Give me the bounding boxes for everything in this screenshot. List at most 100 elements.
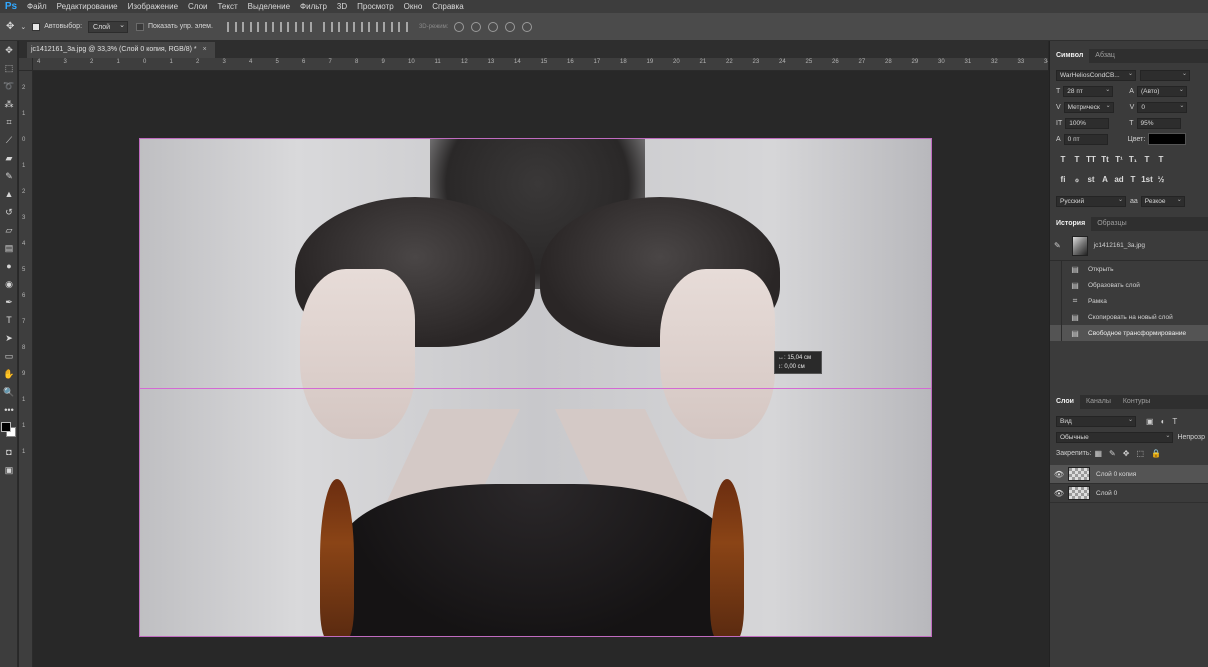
type-filter-icon[interactable]: T xyxy=(1172,417,1177,426)
dodge-tool-icon[interactable]: ◉ xyxy=(0,275,18,293)
history-item-make-layer[interactable]: ▤ Образовать слой xyxy=(1050,277,1208,293)
font-family-select[interactable]: WarHeliosCondCB... xyxy=(1056,69,1136,81)
vertical-ruler[interactable]: 2 1 0 1 2 3 4 5 6 7 8 9 1 1 1 xyxy=(19,71,33,667)
vertical-scale-field[interactable]: 100% xyxy=(1065,117,1110,129)
lock-position-icon[interactable]: ✥ xyxy=(1123,449,1130,458)
history-item-open[interactable]: ▤ Открыть xyxy=(1050,261,1208,277)
font-style-select[interactable] xyxy=(1140,69,1190,81)
3d-slide-icon[interactable] xyxy=(505,21,516,32)
lock-transparency-icon[interactable]: ▦ xyxy=(1094,449,1102,458)
brush-tool-icon[interactable]: ✎ xyxy=(0,167,18,185)
antialias-select[interactable]: Резкое xyxy=(1140,195,1185,207)
eraser-icon[interactable]: ▱ xyxy=(0,221,18,239)
discretionary-ligatures-icon[interactable]: st xyxy=(1084,175,1098,184)
color-swatches[interactable] xyxy=(0,419,18,443)
more-tools-icon[interactable]: ••• xyxy=(0,401,18,419)
eyedropper-icon[interactable]: ⟋ xyxy=(0,131,18,149)
text-color-swatch[interactable] xyxy=(1148,133,1187,145)
ruler-origin[interactable] xyxy=(19,58,33,71)
screen-mode-icon[interactable]: ▣ xyxy=(0,461,18,479)
zoom-tool-icon[interactable]: 🔍 xyxy=(0,383,18,401)
lock-artboard-icon[interactable]: ⬚ xyxy=(1136,449,1144,458)
hand-tool-icon[interactable]: ✋ xyxy=(0,365,18,383)
superscript-icon[interactable]: T¹ xyxy=(1112,155,1126,164)
font-size-field[interactable]: 28 пт xyxy=(1063,85,1114,97)
menu-help[interactable]: Справка xyxy=(432,2,463,11)
lock-pixels-icon[interactable]: ✎ xyxy=(1109,449,1116,458)
history-item-crop[interactable]: ⌗ Рамка xyxy=(1050,293,1208,309)
marquee-tool-icon[interactable]: ⬚ xyxy=(0,59,18,77)
lasso-tool-icon[interactable]: ➰ xyxy=(0,77,18,95)
quick-mask-icon[interactable]: ◘ xyxy=(0,443,18,461)
blend-mode-select[interactable]: Обычные xyxy=(1056,431,1174,443)
autoselect-dropdown[interactable]: Слой xyxy=(88,20,129,33)
foreground-color[interactable] xyxy=(1,422,11,432)
menu-edit[interactable]: Редактирование xyxy=(57,2,118,11)
menu-select[interactable]: Выделение xyxy=(248,2,290,11)
tracking-field[interactable]: 0 xyxy=(1137,101,1188,113)
autoselect-checkbox[interactable] xyxy=(32,22,41,31)
rectangle-tool-icon[interactable]: ▭ xyxy=(0,347,18,365)
small-caps-icon[interactable]: Tt xyxy=(1098,155,1112,164)
blur-tool-icon[interactable]: ● xyxy=(0,257,18,275)
tab-paragraph[interactable]: Абзац xyxy=(1089,49,1121,63)
history-snapshot[interactable]: ✎ jc1412161_3a.jpg xyxy=(1050,231,1208,261)
distribute-right-icon[interactable] xyxy=(397,21,408,32)
document-canvas[interactable] xyxy=(139,138,932,637)
menu-filter[interactable]: Фильтр xyxy=(300,2,327,11)
move-tool-icon[interactable]: ✥ xyxy=(0,41,18,59)
history-checkbox[interactable] xyxy=(1050,325,1062,341)
distribute-top-icon[interactable] xyxy=(322,21,333,32)
layer-row[interactable]: 👁 Слой 0 копия xyxy=(1050,465,1208,484)
faux-bold-icon[interactable]: T xyxy=(1056,155,1070,164)
underline-icon[interactable]: T xyxy=(1140,155,1154,164)
history-brush-source-icon[interactable]: ✎ xyxy=(1054,241,1061,250)
align-vcenter-icon[interactable] xyxy=(241,21,252,32)
history-checkbox[interactable] xyxy=(1050,261,1062,277)
tab-character[interactable]: Символ xyxy=(1050,49,1090,63)
3d-roll-icon[interactable] xyxy=(471,21,482,32)
lock-all-icon[interactable]: 🔒 xyxy=(1151,449,1161,458)
strikethrough-icon[interactable]: T xyxy=(1154,155,1168,164)
align-bottom-icon[interactable] xyxy=(256,21,267,32)
pen-tool-icon[interactable]: ✒ xyxy=(0,293,18,311)
3d-scale-icon[interactable] xyxy=(522,21,533,32)
menu-file[interactable]: Файл xyxy=(27,2,47,11)
gradient-tool-icon[interactable]: ▤ xyxy=(0,239,18,257)
tab-channels[interactable]: Каналы xyxy=(1080,395,1117,409)
history-item-copy-layer[interactable]: ▤ Скопировать на новый слой xyxy=(1050,309,1208,325)
all-caps-icon[interactable]: TT xyxy=(1084,155,1098,164)
distribute-left-icon[interactable] xyxy=(367,21,378,32)
kerning-field[interactable]: Метрическ xyxy=(1063,101,1114,113)
contextual-alternates-icon[interactable]: ℴ xyxy=(1070,175,1084,184)
document-tab[interactable]: jc1412161_3a.jpg @ 33,3% (Слой 0 копия, … xyxy=(27,42,215,58)
visibility-eye-icon[interactable]: 👁 xyxy=(1050,489,1068,498)
horizontal-scale-field[interactable]: 95% xyxy=(1136,117,1181,129)
subscript-icon[interactable]: T₁ xyxy=(1126,155,1140,164)
chevron-down-icon[interactable]: ⌄ xyxy=(20,23,26,31)
tab-layers[interactable]: Слои xyxy=(1050,395,1080,409)
align-left-icon[interactable] xyxy=(271,21,282,32)
history-item-free-transform[interactable]: ▤ Свободное трансформирование xyxy=(1050,325,1208,341)
horizontal-ruler[interactable]: 4 3 2 1 0 1 2 3 4 5 6 7 8 9 10 11 12 13 14 15 16 17 18 19 20 21 22… xyxy=(33,58,1048,71)
menu-3d[interactable]: 3D xyxy=(337,2,347,11)
history-checkbox[interactable] xyxy=(1050,277,1062,293)
crop-tool-icon[interactable]: ⌗ xyxy=(0,113,18,131)
menu-layers[interactable]: Слои xyxy=(188,2,207,11)
swash-icon[interactable]: A xyxy=(1098,175,1112,184)
magic-wand-icon[interactable]: ⁂ xyxy=(0,95,18,113)
close-icon[interactable]: × xyxy=(203,42,207,58)
canvas-workspace[interactable]: ↔: 15,04 см ↕: 0,00 см xyxy=(33,72,1048,667)
align-right-icon[interactable] xyxy=(301,21,312,32)
adjustment-filter-icon[interactable]: ◐ xyxy=(1161,417,1166,426)
faux-italic-icon[interactable]: T xyxy=(1070,155,1084,164)
distribute-hcenter-icon[interactable] xyxy=(382,21,393,32)
stylistic-alternates-icon[interactable]: ad xyxy=(1112,175,1126,184)
show-controls-checkbox[interactable] xyxy=(136,22,145,31)
tab-swatches[interactable]: Образцы xyxy=(1091,217,1132,231)
tab-history[interactable]: История xyxy=(1050,217,1092,231)
align-hcenter-icon[interactable] xyxy=(286,21,297,32)
type-tool-icon[interactable]: T xyxy=(0,311,18,329)
visibility-eye-icon[interactable]: 👁 xyxy=(1050,470,1068,479)
ordinals-icon[interactable]: 1st xyxy=(1140,175,1154,184)
